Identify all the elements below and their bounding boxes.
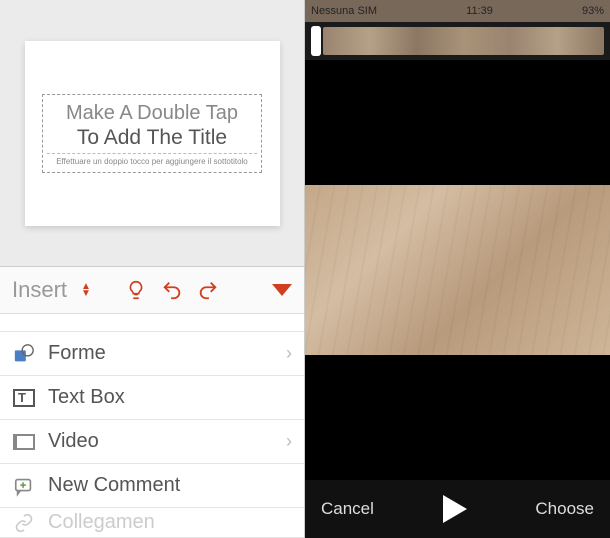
menu-item-partial-bottom[interactable]: Collegamen bbox=[0, 508, 304, 538]
comment-icon bbox=[12, 474, 36, 498]
shapes-icon bbox=[12, 342, 36, 366]
video-letterbox-bottom bbox=[305, 355, 610, 480]
title-line-1: Make A Double Tap bbox=[47, 101, 257, 125]
insert-menu: Forme › Text Box Video › New Comment Col… bbox=[0, 314, 304, 538]
battery-label: 93% bbox=[582, 5, 604, 17]
undo-icon[interactable] bbox=[161, 279, 183, 301]
video-picker-panel: Nessuna SIM 11:39 93% Cancel Choose bbox=[305, 0, 610, 538]
title-line-2: To Add The Title bbox=[47, 125, 257, 150]
menu-label: Video bbox=[48, 430, 274, 453]
link-icon bbox=[12, 511, 36, 535]
cancel-button[interactable]: Cancel bbox=[321, 499, 374, 519]
scrubber-handle[interactable] bbox=[311, 26, 321, 56]
video-icon bbox=[12, 430, 36, 454]
menu-label: New Comment bbox=[48, 474, 292, 497]
slide[interactable]: Make A Double Tap To Add The Title Effet… bbox=[25, 41, 280, 226]
menu-label: Text Box bbox=[48, 386, 292, 409]
stepper-icon[interactable]: ▲▼ bbox=[81, 283, 91, 297]
subtitle-placeholder: Effettuare un doppio tocco per aggiunger… bbox=[47, 153, 257, 166]
carrier-label: Nessuna SIM bbox=[311, 5, 377, 17]
dropdown-icon[interactable] bbox=[272, 284, 292, 296]
menu-item-new-comment[interactable]: New Comment bbox=[0, 464, 304, 508]
menu-item-video[interactable]: Video › bbox=[0, 420, 304, 464]
title-placeholder[interactable]: Make A Double Tap To Add The Title Effet… bbox=[42, 94, 262, 173]
video-scrubber[interactable] bbox=[305, 22, 610, 60]
insert-tab-label[interactable]: Insert bbox=[12, 277, 67, 303]
menu-item-partial-top[interactable] bbox=[0, 314, 304, 332]
redo-icon[interactable] bbox=[197, 279, 219, 301]
toolbar: Insert ▲▼ bbox=[0, 267, 304, 314]
choose-button[interactable]: Choose bbox=[535, 499, 594, 519]
menu-label: Forme bbox=[48, 342, 274, 365]
status-bar: Nessuna SIM 11:39 93% bbox=[305, 0, 610, 22]
video-preview-frame[interactable] bbox=[305, 185, 610, 355]
editor-panel: Make A Double Tap To Add The Title Effet… bbox=[0, 0, 305, 538]
clock-label: 11:39 bbox=[466, 5, 493, 17]
picker-bottom-bar: Cancel Choose bbox=[305, 480, 610, 538]
menu-item-shapes[interactable]: Forme › bbox=[0, 332, 304, 376]
scrubber-track[interactable] bbox=[323, 27, 604, 55]
chevron-right-icon: › bbox=[286, 343, 292, 364]
menu-item-textbox[interactable]: Text Box bbox=[0, 376, 304, 420]
slide-canvas-area: Make A Double Tap To Add The Title Effet… bbox=[0, 0, 304, 267]
chevron-right-icon: › bbox=[286, 431, 292, 452]
menu-label: Collegamen bbox=[48, 511, 292, 534]
lightbulb-icon[interactable] bbox=[125, 279, 147, 301]
textbox-icon bbox=[12, 386, 36, 410]
video-letterbox-top bbox=[305, 60, 610, 185]
play-icon[interactable] bbox=[443, 495, 467, 523]
